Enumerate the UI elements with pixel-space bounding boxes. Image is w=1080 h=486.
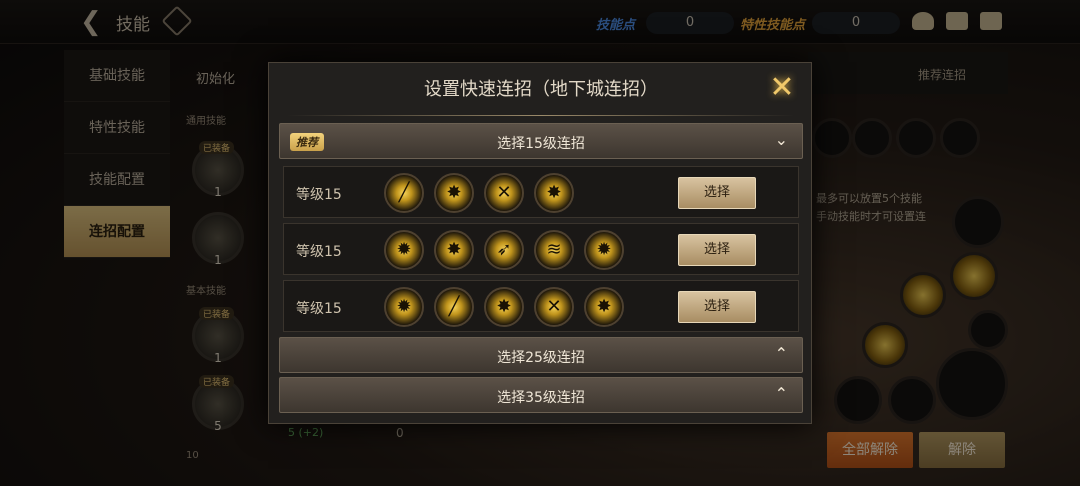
burst-icon: ✸ [434,173,474,213]
combo-row: 等级15 ✹ ╱ ✸ ✕ ✸ 选择 [283,280,799,332]
shout-icon: ✹ [384,287,424,327]
cross-slash-icon: ✕ [484,173,524,213]
cross-slash-icon: ✕ [534,287,574,327]
close-icon[interactable]: ✕ [765,71,799,105]
shout-icon: ✹ [384,230,424,270]
group-header-lv35[interactable]: 选择35级连招 ⌃ [279,377,803,413]
burst-icon: ✸ [584,287,624,327]
burst-icon: ✸ [434,230,474,270]
select-button[interactable]: 选择 [678,177,756,209]
slash-icon: ╱ [384,173,424,213]
uppercut-icon: ➶ [484,230,524,270]
group-label: 选择35级连招 [497,390,585,406]
sweep-icon: ≋ [534,230,574,270]
combo-level: 等级15 [296,301,342,317]
chevron-down-icon: ⌄ [774,130,788,149]
select-button[interactable]: 选择 [678,234,756,266]
combo-level: 等级15 [296,244,342,260]
combo-row: 等级15 ✹ ✸ ➶ ≋ ✹ 选择 [283,223,799,275]
group-label: 选择25级连招 [497,350,585,366]
group-header-lv15[interactable]: 推荐 选择15级连招 ⌄ [279,123,803,159]
chevron-up-icon: ⌃ [774,384,788,403]
combo-row: 等级15 ╱ ✸ ✕ ✸ 选择 [283,166,799,218]
dialog-title: 设置快速连招（地下城连招） [424,79,658,100]
group-label: 选择15级连招 [497,136,585,152]
quick-combo-dialog: 设置快速连招（地下城连招） ✕ 推荐 选择15级连招 ⌄ 等级15 ╱ ✸ ✕ … [268,62,812,424]
burst-icon: ✸ [484,287,524,327]
group-header-lv25[interactable]: 选择25级连招 ⌃ [279,337,803,373]
burst-icon: ✸ [534,173,574,213]
select-button[interactable]: 选择 [678,291,756,323]
combo-level: 等级15 [296,187,342,203]
title-divider [287,115,795,116]
chevron-up-icon: ⌃ [774,344,788,363]
slash-icon: ╱ [434,287,474,327]
shout-icon: ✹ [584,230,624,270]
